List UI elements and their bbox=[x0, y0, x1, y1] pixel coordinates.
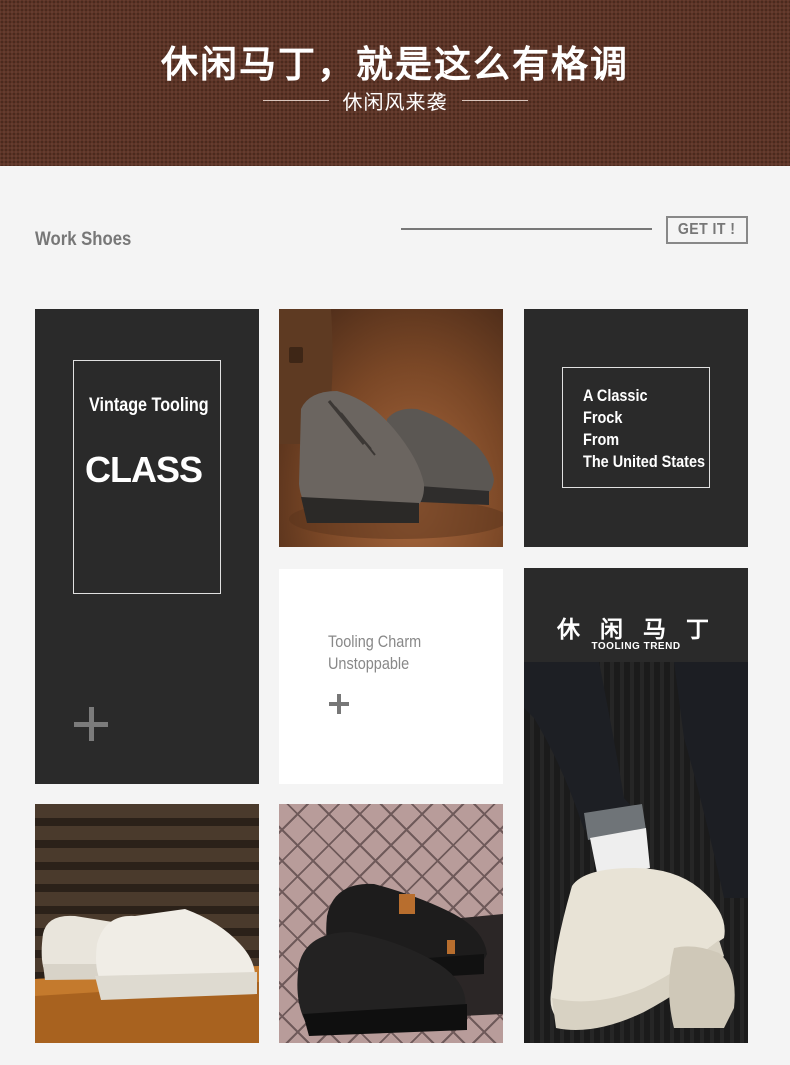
classic-line: Frock bbox=[583, 408, 623, 427]
section-divider bbox=[401, 228, 652, 230]
photo-worn-shoe[interactable]: 休 闲 马 丁 TOOLING TREND bbox=[524, 568, 748, 1043]
tile-classic-text: A Classic Frock From The United States bbox=[583, 385, 705, 473]
get-it-button[interactable]: GET IT ! bbox=[666, 216, 748, 244]
banner-subtitle-row: 休闲风来袭 bbox=[0, 86, 790, 114]
banner-subtitle: 休闲风来袭 bbox=[342, 89, 448, 114]
banner-title: 休闲马丁，就是这么有格调 bbox=[161, 43, 629, 86]
photo-brown-shoes[interactable] bbox=[279, 309, 503, 547]
trend-title: 休 闲 马 丁 bbox=[556, 617, 716, 643]
plus-icon[interactable] bbox=[74, 707, 108, 741]
classic-line: From bbox=[583, 430, 620, 449]
header-banner: 休闲马丁，就是这么有格调 休闲风来袭 bbox=[0, 0, 790, 166]
divider-left bbox=[262, 99, 329, 101]
brown-shoes-illustration bbox=[279, 309, 503, 539]
photo-white-shoes[interactable] bbox=[35, 804, 259, 1043]
tile-charm-text: Tooling Charm Unstoppable bbox=[328, 631, 421, 675]
section-title: Work Shoes bbox=[35, 229, 132, 250]
charm-line: Tooling Charm bbox=[328, 632, 422, 651]
white-shoes-illustration bbox=[35, 909, 259, 1043]
photo-black-shoes[interactable] bbox=[279, 804, 503, 1043]
plus-icon[interactable] bbox=[329, 694, 349, 714]
trend-subtitle: TOOLING TREND bbox=[591, 641, 681, 652]
black-shoes-illustration bbox=[297, 883, 503, 1036]
get-it-label: GET IT ! bbox=[678, 221, 736, 238]
tile-tooling-charm[interactable]: Tooling Charm Unstoppable bbox=[279, 569, 503, 784]
tile-a-classic[interactable]: A Classic Frock From The United States bbox=[524, 309, 748, 547]
charm-line: Unstoppable bbox=[328, 654, 410, 673]
divider-right bbox=[461, 99, 528, 101]
classic-line: The United States bbox=[583, 452, 706, 471]
tile-class-text: CLASS bbox=[85, 449, 203, 490]
tile-vintage-tooling[interactable]: Vintage Tooling CLASS bbox=[35, 309, 259, 784]
tile-vintage-heading: Vintage Tooling bbox=[89, 395, 209, 416]
classic-line: A Classic bbox=[583, 386, 648, 405]
